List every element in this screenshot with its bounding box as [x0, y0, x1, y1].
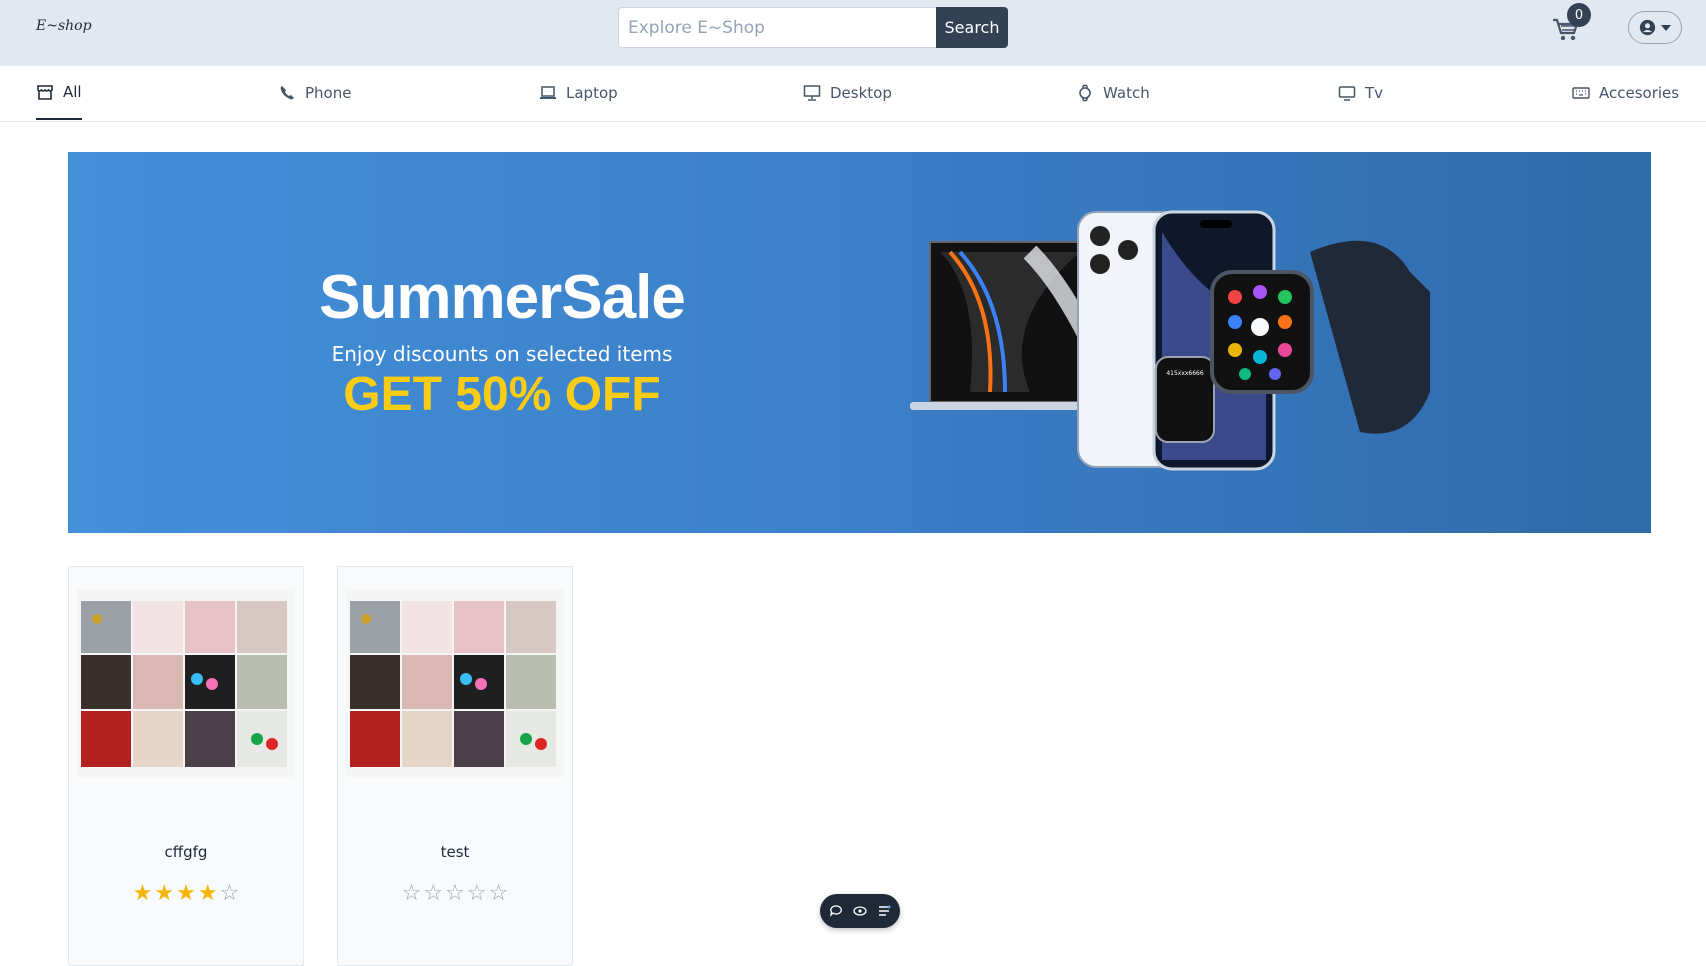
star-empty-icon: ☆ — [488, 881, 509, 906]
logo[interactable]: E~shop — [36, 18, 92, 34]
caret-down-icon — [1660, 24, 1671, 31]
search-button[interactable]: Search — [936, 7, 1008, 48]
banner-subtitle: Enjoy discounts on selected items — [331, 342, 673, 366]
category-label: Tv — [1365, 84, 1384, 102]
top-bar: E~shop Search 0 — [0, 0, 1706, 66]
tv-icon — [1338, 86, 1356, 101]
category-tab-watch[interactable]: Watch — [1076, 66, 1150, 120]
list-icon[interactable] — [877, 904, 891, 918]
product-card[interactable]: test ☆ ☆ ☆ ☆ ☆ — [337, 566, 573, 966]
product-image — [346, 589, 564, 777]
category-tab-desktop[interactable]: Desktop — [803, 66, 892, 120]
category-tab-all[interactable]: All — [36, 66, 82, 120]
chat-bubble-icon[interactable] — [829, 904, 843, 918]
category-label: Accesories — [1599, 84, 1680, 102]
watch-screen-text: 415xxx6666 — [1166, 370, 1204, 377]
desktop-icon — [803, 85, 821, 101]
star-empty-icon: ☆ — [401, 881, 422, 906]
star-empty-icon: ☆ — [423, 881, 444, 906]
product-name: test — [440, 843, 470, 861]
category-label: All — [63, 83, 82, 101]
keyboard-icon — [1572, 87, 1590, 99]
star-filled-icon: ★ — [176, 881, 196, 906]
product-name: cffgfg — [164, 843, 208, 861]
category-label: Phone — [305, 84, 352, 102]
user-menu-button[interactable] — [1628, 11, 1682, 44]
product-card[interactable]: cffgfg ★ ★ ★ ★ ☆ — [68, 566, 304, 966]
category-tab-accesories[interactable]: Accesories — [1572, 66, 1679, 120]
star-empty-icon: ☆ — [466, 881, 487, 906]
product-rating: ★ ★ ★ ★ ☆ — [69, 881, 303, 906]
category-tab-tv[interactable]: Tv — [1338, 66, 1383, 120]
cart-count-badge: 0 — [1567, 3, 1591, 27]
search-bar: Search — [618, 7, 1008, 48]
star-empty-icon: ☆ — [219, 881, 240, 906]
star-filled-icon: ★ — [197, 881, 218, 906]
category-label: Laptop — [566, 84, 618, 102]
category-tab-phone[interactable]: Phone — [278, 66, 351, 120]
category-tab-laptop[interactable]: Laptop — [539, 66, 618, 120]
category-label: Watch — [1103, 84, 1150, 102]
user-circle-icon — [1639, 19, 1655, 36]
star-filled-icon: ★ — [132, 881, 153, 906]
banner-title: SummerSale — [319, 263, 686, 332]
laptop-icon — [540, 86, 556, 99]
banner-offer: GET 50% OFF — [343, 368, 661, 421]
eye-icon[interactable] — [853, 904, 867, 918]
category-nav: All Phone Laptop Desktop Watch Tv Acceso… — [0, 66, 1706, 122]
floating-toolbar[interactable] — [820, 894, 900, 928]
promo-banner: SummerSale Enjoy discounts on selected i… — [68, 152, 1651, 533]
banner-devices-image: 415xxx6666 — [910, 210, 1430, 471]
phone-icon — [280, 86, 294, 100]
star-filled-icon: ★ — [154, 881, 175, 906]
product-rating: ☆ ☆ ☆ ☆ ☆ — [338, 881, 572, 906]
category-label: Desktop — [830, 84, 892, 102]
watch-icon — [1079, 84, 1091, 102]
search-input[interactable] — [618, 7, 936, 48]
product-image — [77, 589, 295, 777]
star-empty-icon: ☆ — [445, 881, 465, 906]
storefront-icon — [37, 85, 53, 100]
